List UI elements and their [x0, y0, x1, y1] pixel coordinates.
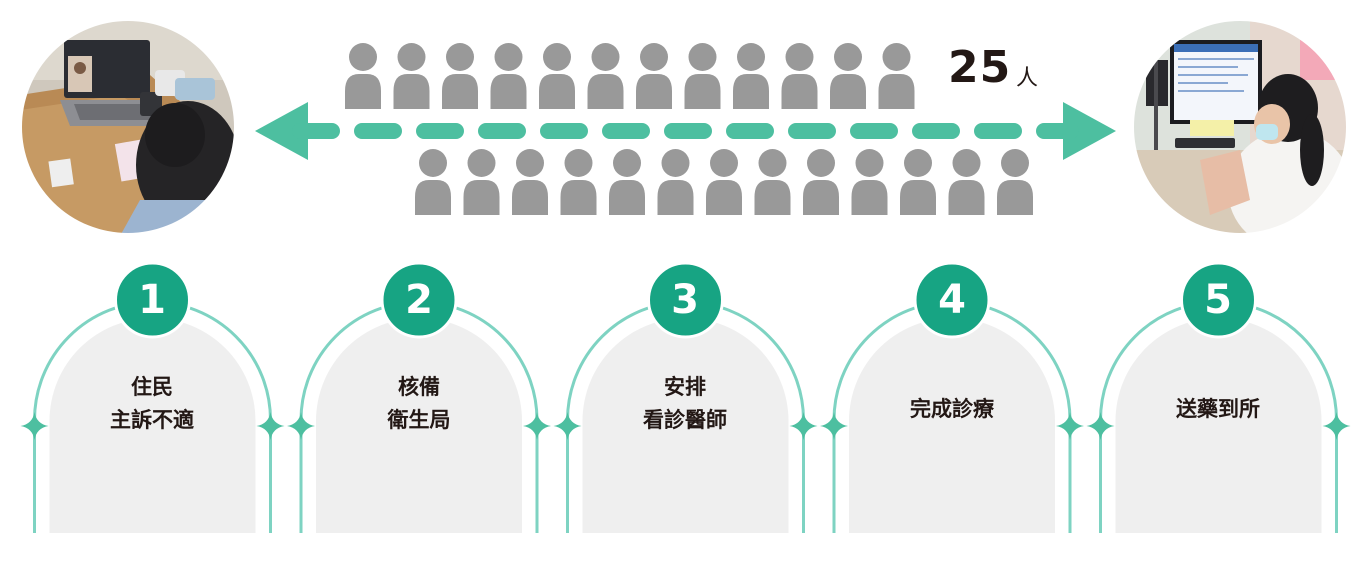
step-1-number: 1: [138, 277, 166, 323]
step-4-number: 4: [938, 277, 966, 323]
person-icon: [900, 149, 936, 215]
step-2-label-line-1: 核備: [398, 375, 440, 399]
person-icon: [345, 43, 381, 109]
person-icon: [657, 149, 694, 215]
sparkle-icon: [256, 412, 285, 440]
step-3-label-line-2: 看診醫師: [643, 408, 727, 432]
sparkle-icon: [820, 412, 848, 440]
sparkle-icon: [1056, 412, 1084, 440]
step-3-label: 安排 看診醫師: [582, 371, 788, 437]
sparkle-icon: [523, 412, 551, 440]
person-icon: [733, 43, 769, 109]
step-4-label: 完成診療: [849, 393, 1055, 426]
person-icon: [706, 149, 742, 215]
step-3-label-line-1: 安排: [664, 375, 706, 399]
queue-count-unit: 人: [1016, 66, 1039, 91]
person-icon: [997, 149, 1033, 215]
step-2-label: 核備 衛生局: [316, 371, 522, 437]
step-2-number: 2: [405, 277, 433, 323]
queue-count: 25: [948, 42, 1012, 93]
person-icon: [803, 149, 839, 215]
person-icon: [415, 149, 451, 215]
person-icon: [512, 149, 548, 215]
step-1-label: 住民 主訴不適: [49, 371, 255, 437]
person-icon: [539, 43, 575, 109]
sparkle-icon: [287, 412, 315, 440]
person-icon: [490, 43, 527, 109]
person-icon: [948, 149, 985, 215]
person-icon: [393, 43, 430, 109]
step-1-label-line-1: 住民: [131, 375, 173, 399]
person-icon: [878, 43, 915, 109]
sparkle-icon: [553, 412, 582, 440]
person-icon: [442, 43, 478, 109]
person-icon: [609, 149, 645, 215]
person-icon: [636, 43, 672, 109]
person-icon: [851, 149, 888, 215]
queue-people-bottom-row: [415, 149, 1033, 215]
sparkle-icon: [1322, 412, 1351, 440]
person-icon: [587, 43, 624, 109]
person-icon: [830, 43, 866, 109]
step-5-number: 5: [1204, 277, 1232, 323]
queue-people-top-row: [345, 43, 915, 109]
person-icon: [560, 149, 597, 215]
person-icon: [754, 149, 791, 215]
person-icon: [463, 149, 500, 215]
step-2-label-line-2: 衛生局: [387, 408, 451, 432]
sparkle-icon: [20, 412, 49, 440]
step-5-label-line-1: 送藥到所: [1176, 397, 1260, 421]
sparkle-icon: [789, 412, 818, 440]
double-headed-dashed-arrow-icon: [255, 102, 1116, 160]
step-1-label-line-2: 主訴不適: [110, 408, 194, 432]
step-5-label: 送藥到所: [1115, 393, 1321, 426]
step-3-number: 3: [671, 277, 699, 323]
person-icon: [781, 43, 818, 109]
resident-video-call-photo: [20, 19, 236, 235]
sparkle-icon: [1086, 412, 1115, 440]
person-icon: [684, 43, 721, 109]
doctor-at-computer-photo: [1132, 19, 1348, 235]
step-4-label-line-1: 完成診療: [910, 397, 994, 421]
